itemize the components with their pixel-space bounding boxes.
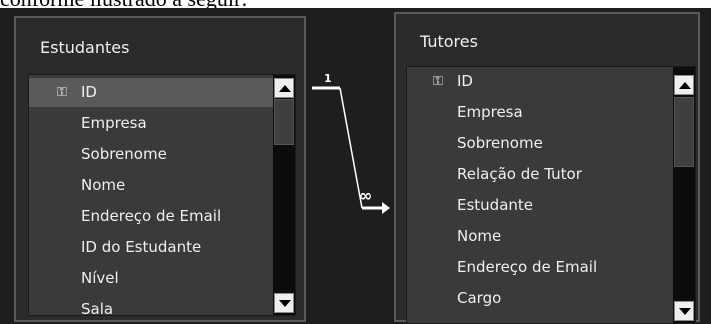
scroll-down-icon <box>279 300 291 307</box>
field-row[interactable]: Empresa <box>29 109 273 138</box>
field-row[interactable]: Nível <box>29 264 273 293</box>
caption-text: conforme ilustrado a seguir: <box>0 0 711 8</box>
field-name: Empresa <box>457 103 523 121</box>
vertical-scrollbar[interactable] <box>273 75 295 315</box>
scroll-up-icon <box>679 82 691 89</box>
field-row[interactable]: Estudante <box>407 191 673 220</box>
table-estudantes[interactable]: Estudantes ⚿ ID Empresa Sobrenome Nome E… <box>14 16 306 322</box>
field-row[interactable]: Relação de Tutor <box>407 160 673 189</box>
field-name: Nível <box>81 269 119 287</box>
field-name: Relação de Tutor <box>457 165 582 183</box>
field-row-id[interactable]: ⚿ ID <box>407 67 673 96</box>
field-row-id[interactable]: ⚿ ID <box>29 78 273 107</box>
field-list-estudantes[interactable]: ⚿ ID Empresa Sobrenome Nome Endereço de … <box>28 74 296 316</box>
field-name: Sobrenome <box>457 134 543 152</box>
one-cardinality-label: 1 <box>324 72 332 85</box>
table-tutores[interactable]: Tutores ⚿ ID Empresa Sobrenome Relação d… <box>394 12 700 324</box>
field-name: ID <box>457 72 473 90</box>
field-row[interactable]: Sobrenome <box>29 140 273 169</box>
key-icon: ⚿ <box>433 74 443 89</box>
field-row[interactable]: Nome <box>407 222 673 251</box>
field-row[interactable]: Empresa <box>407 98 673 127</box>
scroll-up-button[interactable] <box>274 78 294 98</box>
field-row[interactable]: Sala <box>29 295 273 316</box>
field-name: Sobrenome <box>81 145 167 163</box>
relationship-line[interactable]: 1 ∞ <box>300 68 400 228</box>
field-name: Endereço de Email <box>81 207 222 225</box>
table-title[interactable]: Tutores <box>420 32 478 51</box>
field-name: ID do Estudante <box>81 238 202 256</box>
field-row[interactable]: Cargo <box>407 284 673 313</box>
field-name: Nome <box>457 227 502 245</box>
field-name: Nome <box>81 176 126 194</box>
scroll-down-icon <box>679 308 691 315</box>
scroll-down-button[interactable] <box>674 301 694 321</box>
field-name: Cargo <box>457 289 502 307</box>
field-name: Sala <box>81 300 114 316</box>
field-name: ID <box>81 83 97 101</box>
field-name: Endereço de Email <box>457 258 598 276</box>
field-row[interactable]: Endereço de Email <box>29 202 273 231</box>
field-row[interactable]: ID do Estudante <box>29 233 273 262</box>
scroll-up-icon <box>279 85 291 92</box>
field-row[interactable]: Sobrenome <box>407 129 673 158</box>
field-row[interactable]: Nome <box>29 171 273 200</box>
field-name: Estudante <box>457 196 534 214</box>
scroll-down-button[interactable] <box>274 293 294 313</box>
scroll-thumb[interactable] <box>674 97 694 167</box>
many-cardinality-label: ∞ <box>359 186 372 205</box>
relationships-canvas: Estudantes ⚿ ID Empresa Sobrenome Nome E… <box>0 8 711 324</box>
key-icon: ⚿ <box>57 85 67 100</box>
field-name: Empresa <box>81 114 147 132</box>
field-list-tutores[interactable]: ⚿ ID Empresa Sobrenome Relação de Tutor … <box>406 66 696 324</box>
table-title[interactable]: Estudantes <box>40 38 129 57</box>
arrow-head-icon <box>382 202 390 214</box>
scroll-up-button[interactable] <box>674 75 694 95</box>
scroll-thumb[interactable] <box>274 99 294 145</box>
field-row[interactable]: Endereço de Email <box>407 253 673 282</box>
vertical-scrollbar[interactable] <box>673 67 695 323</box>
